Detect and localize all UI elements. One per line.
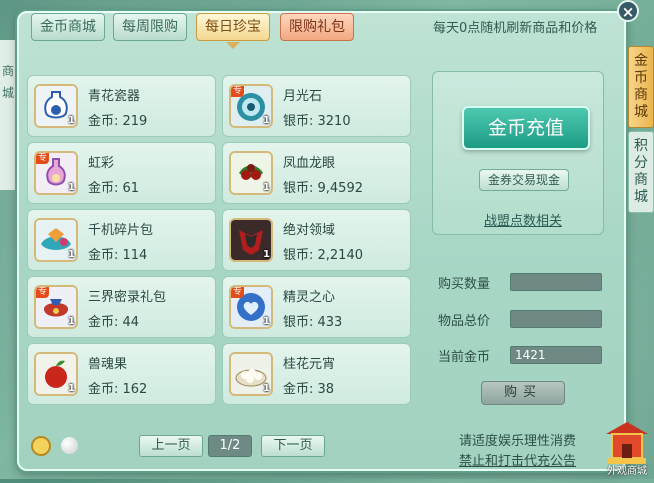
tab-daily-treasure[interactable]: 每日珍宝 (196, 13, 270, 41)
moonstone-icon: 专 1 (229, 84, 273, 128)
item-card[interactable]: 1 青花瓷器 金币: 219 (27, 75, 216, 137)
item-name: 绝对领域 (283, 223, 336, 238)
fragment-pack-icon: 1 (34, 218, 78, 262)
page-indicator: 1/2 (208, 435, 252, 457)
consumption-notice: 请适度娱乐理性消费 (459, 434, 577, 449)
treasure-bag-icon: 专 1 (34, 285, 78, 329)
item-price: 银币: 9,4592 (283, 181, 363, 196)
item-price: 金币: 114 (88, 248, 148, 263)
exclusive-tag: 专 (36, 153, 50, 164)
iridescent-bottle-icon: 专 1 (34, 151, 78, 195)
item-name: 三界密录礼包 (88, 290, 167, 305)
item-name: 千机碎片包 (88, 223, 154, 238)
total-price-label: 物品总价 (438, 314, 491, 329)
buy-button[interactable]: 购买 (481, 381, 565, 405)
recharge-button[interactable]: 金币充值 (462, 106, 590, 150)
rice-ball-bowl-icon: 1 (229, 352, 273, 396)
tab-limited-gift[interactable]: 限购礼包 (280, 13, 354, 41)
item-card[interactable]: 1 凤血龙眼 银币: 9,4592 (222, 142, 411, 204)
exclusive-tag: 专 (231, 287, 245, 298)
item-card[interactable]: 1 千机碎片包 金币: 114 (27, 209, 216, 271)
item-price: 银币: 3210 (283, 114, 351, 129)
anti-proxy-notice-link[interactable]: 禁止和打击代充公告 (459, 450, 576, 469)
current-gold-label: 当前金币 (438, 350, 491, 365)
item-card[interactable]: 1 绝对领域 银币: 2,2140 (222, 209, 411, 271)
refresh-notice: 每天0点随机刷新商品和价格 (433, 21, 598, 36)
buy-quantity-label: 购买数量 (438, 277, 491, 292)
next-page-button[interactable]: 下一页 (261, 435, 325, 457)
side-tab-points-shop[interactable]: 积分商城 (628, 131, 654, 213)
buy-quantity-field[interactable] (510, 273, 602, 291)
exclusive-tag: 专 (231, 86, 245, 97)
exchange-button[interactable]: 金券交易现金 (479, 169, 569, 191)
item-grid: 1 青花瓷器 金币: 219 专 1 月光石 银币: 3210 专 1 虹彩 金… (27, 75, 413, 405)
item-card[interactable]: 1 兽魂果 金币: 162 (27, 343, 216, 405)
current-gold-field: 1421 (510, 346, 602, 364)
item-price: 金币: 44 (88, 315, 140, 330)
tab-weekly-limit[interactable]: 每周限购 (113, 13, 187, 41)
item-price: 金币: 219 (88, 114, 148, 129)
prev-page-button[interactable]: 上一页 (139, 435, 203, 457)
exclusive-tag: 专 (36, 287, 50, 298)
appearance-shop-button[interactable]: 外观商城 (600, 416, 654, 479)
item-price: 银币: 433 (283, 315, 343, 330)
pearl-icon[interactable] (61, 437, 78, 454)
item-price: 银币: 2,2140 (283, 248, 363, 263)
item-name: 月光石 (283, 89, 323, 104)
active-tab-indicator (226, 42, 240, 49)
item-card[interactable]: 专 1 精灵之心 银币: 433 (222, 276, 411, 338)
longan-fruit-icon: 1 (229, 151, 273, 195)
magnifier-icon[interactable] (31, 436, 51, 456)
side-tab-gold-shop[interactable]: 金币商城 (628, 46, 654, 128)
alliance-points-link[interactable]: 战盟点数相关 (484, 210, 562, 229)
tab-gold-shop[interactable]: 金币商城 (31, 13, 105, 41)
total-price-field (510, 310, 602, 328)
red-armor-icon: 1 (229, 218, 273, 262)
item-name: 青花瓷器 (88, 89, 141, 104)
item-price: 金币: 162 (88, 382, 148, 397)
blue-porcelain-vase-icon: 1 (34, 84, 78, 128)
item-card[interactable]: 专 1 虹彩 金币: 61 (27, 142, 216, 204)
close-icon[interactable]: × (617, 0, 639, 22)
item-card[interactable]: 1 桂花元宵 金币: 38 (222, 343, 411, 405)
appearance-shop-label: 外观商城 (607, 466, 647, 477)
item-name: 桂花元宵 (283, 357, 336, 372)
item-price: 金币: 61 (88, 181, 140, 196)
left-side-strip: 商城 (0, 40, 18, 190)
item-card[interactable]: 专 1 月光石 银币: 3210 (222, 75, 411, 137)
side-tabs: 金币商城 积分商城 (628, 46, 654, 213)
item-name: 凤血龙眼 (283, 156, 336, 171)
item-name: 虹彩 (88, 156, 115, 171)
item-name: 兽魂果 (88, 357, 128, 372)
spirit-heart-icon: 专 1 (229, 285, 273, 329)
item-name: 精灵之心 (283, 290, 336, 305)
item-price: 金币: 38 (283, 382, 335, 397)
beast-soul-fruit-icon: 1 (34, 352, 78, 396)
item-card[interactable]: 专 1 三界密录礼包 金币: 44 (27, 276, 216, 338)
